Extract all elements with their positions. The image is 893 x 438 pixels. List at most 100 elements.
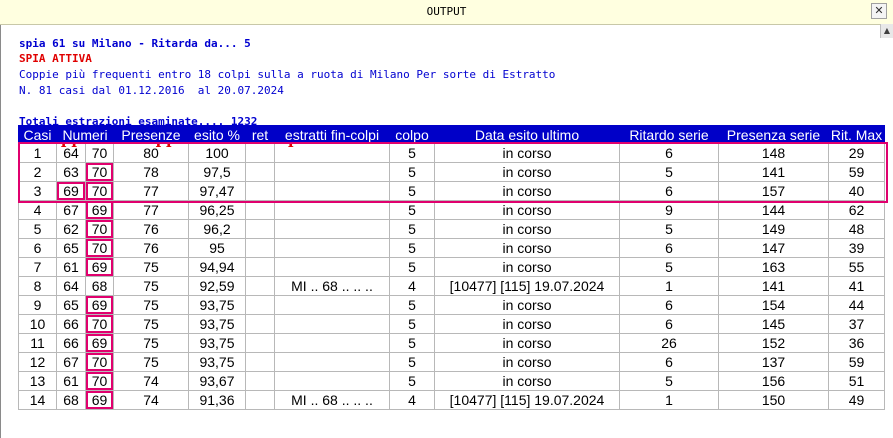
cell-esito: 93,75	[188, 333, 246, 353]
cell-estratti	[274, 181, 390, 201]
col-data-esito[interactable]: Data esito ultimo	[434, 125, 620, 144]
cell-casi: 7	[18, 257, 57, 277]
cell-ritmax: 49	[828, 390, 885, 410]
table-row[interactable]: 9 65 69 75 93,75 5 in corso 6 154 44	[18, 295, 885, 315]
header-line-cases: N. 81 casi dal 01.12.2016 al 20.07.2024	[19, 84, 284, 97]
table-row[interactable]: 7 61 69 75 94,94 5 in corso 5 163 55	[18, 257, 885, 277]
col-ret[interactable]: ret	[245, 125, 275, 144]
window-title: OUTPUT	[426, 5, 467, 18]
cell-n2: 70	[85, 238, 114, 258]
col-colpo[interactable]: colpo	[389, 125, 435, 144]
cell-colpo: 5	[389, 200, 435, 220]
cell-ritardo: 26	[619, 333, 719, 353]
cell-ret	[245, 390, 275, 410]
cell-n1: 61	[56, 257, 86, 277]
table-row[interactable]: 12 67 70 75 93,75 5 in corso 6 137 59	[18, 352, 885, 372]
cell-colpo: 5	[389, 181, 435, 201]
cell-ritardo: 5	[619, 162, 719, 182]
table-row[interactable]: 6 65 70 76 95 5 in corso 6 147 39	[18, 238, 885, 258]
cell-ret	[245, 276, 275, 296]
cell-n1: 68	[56, 390, 86, 410]
cell-text: 69	[91, 335, 108, 351]
cell-colpo: 4	[389, 276, 435, 296]
cell-esito: 96,2	[188, 219, 246, 239]
table-row[interactable]: 2 63 70 78 97,5 5 in corso 5 141 59	[18, 162, 885, 182]
table-row[interactable]: 3 69 70 77 97,47 5 in corso 6 157 40	[18, 181, 885, 201]
cell-esito: 93,67	[188, 371, 246, 391]
col-presenze[interactable]: Presenze	[113, 125, 189, 144]
cell-ret	[245, 314, 275, 334]
table-row[interactable]: 14 68 69 74 91,36 MI .. 68 .. .. .. 4 [10477] […	[18, 390, 885, 410]
cell-estratti	[274, 314, 390, 334]
cell-text: 70	[91, 240, 108, 256]
table-row[interactable]: 4 67 69 77 96,25 5 in corso 9 144 62	[18, 200, 885, 220]
cell-ritardo: 5	[619, 219, 719, 239]
col-ritardo-serie[interactable]: Ritardo serie	[619, 125, 719, 144]
cell-presenza: 154	[718, 295, 829, 315]
cell-casi: 12	[18, 352, 57, 372]
table-row[interactable]: 13 61 70 74 93,67 5 in corso 5 156 51	[18, 371, 885, 391]
cell-ret	[245, 219, 275, 239]
cell-casi: 3	[18, 181, 57, 201]
col-numeri[interactable]: Numeri	[56, 125, 114, 144]
cell-n2: 70	[85, 371, 114, 391]
cell-ritmax: 36	[828, 333, 885, 353]
close-icon[interactable]: ✕	[871, 3, 887, 19]
cell-n1: 64	[56, 143, 86, 163]
cell-estratti	[274, 200, 390, 220]
results-table: Casi Numeri Presenze esito % ret estratt…	[18, 125, 885, 410]
cell-data: in corso	[434, 200, 620, 220]
cell-presenze: 80	[113, 143, 189, 163]
col-rit-max[interactable]: Rit. Max	[828, 125, 885, 144]
cell-text: 70	[91, 316, 108, 332]
cell-esito: 96,25	[188, 200, 246, 220]
cell-esito: 100	[188, 143, 246, 163]
cell-data: in corso	[434, 352, 620, 372]
cell-n1: 66	[56, 333, 86, 353]
cell-n2: 69	[85, 390, 114, 410]
scroll-up-arrow-icon[interactable]: ▲	[880, 24, 893, 38]
cell-presenza: 163	[718, 257, 829, 277]
cell-n2: 69	[85, 257, 114, 277]
cell-estratti	[274, 143, 390, 163]
cell-esito: 93,75	[188, 314, 246, 334]
table-row[interactable]: 5 62 70 76 96,2 5 in corso 5 149 48	[18, 219, 885, 239]
table-row[interactable]: 11 66 69 75 93,75 5 in corso 26 152 36	[18, 333, 885, 353]
table-row[interactable]: 10 66 70 75 93,75 5 in corso 6 145 37	[18, 314, 885, 334]
cell-text: 69	[91, 392, 108, 408]
cell-ritardo: 5	[619, 371, 719, 391]
cell-presenze: 76	[113, 219, 189, 239]
table-row[interactable]: 8 64 68 75 92,59 MI .. 68 .. .. .. 4 [10477] [1…	[18, 276, 885, 296]
cell-presenza: 152	[718, 333, 829, 353]
cell-estratti	[274, 219, 390, 239]
cell-text: 70	[91, 354, 108, 370]
cell-n2: 70	[85, 162, 114, 182]
cell-colpo: 5	[389, 352, 435, 372]
cell-presenza: 141	[718, 276, 829, 296]
cell-ritardo: 6	[619, 314, 719, 334]
cell-casi: 10	[18, 314, 57, 334]
cell-presenza: 156	[718, 371, 829, 391]
cell-colpo: 5	[389, 314, 435, 334]
cell-ritmax: 29	[828, 143, 885, 163]
col-estratti[interactable]: estratti fin-colpi	[274, 125, 390, 144]
output-titlebar: OUTPUT ✕	[0, 0, 893, 25]
cell-text: 69	[91, 297, 108, 313]
cell-n1: 64	[56, 276, 86, 296]
cell-data: in corso	[434, 257, 620, 277]
cell-n2: 70	[85, 143, 114, 163]
cell-estratti	[274, 371, 390, 391]
cell-estratti	[274, 333, 390, 353]
cell-data: in corso	[434, 371, 620, 391]
cell-ritmax: 37	[828, 314, 885, 334]
cell-estratti: MI .. 68 .. .. ..	[274, 276, 390, 296]
col-esito[interactable]: esito %	[188, 125, 246, 144]
table-row[interactable]: 1 64 70 80 100 5 in corso 6 148 29	[18, 143, 885, 163]
col-presenza-serie[interactable]: Presenza serie	[718, 125, 829, 144]
cell-n1: 61	[56, 371, 86, 391]
cell-n2: 69	[85, 333, 114, 353]
cell-presenza: 149	[718, 219, 829, 239]
cell-data: in corso	[434, 162, 620, 182]
col-casi[interactable]: Casi	[18, 125, 57, 144]
cell-colpo: 5	[389, 371, 435, 391]
